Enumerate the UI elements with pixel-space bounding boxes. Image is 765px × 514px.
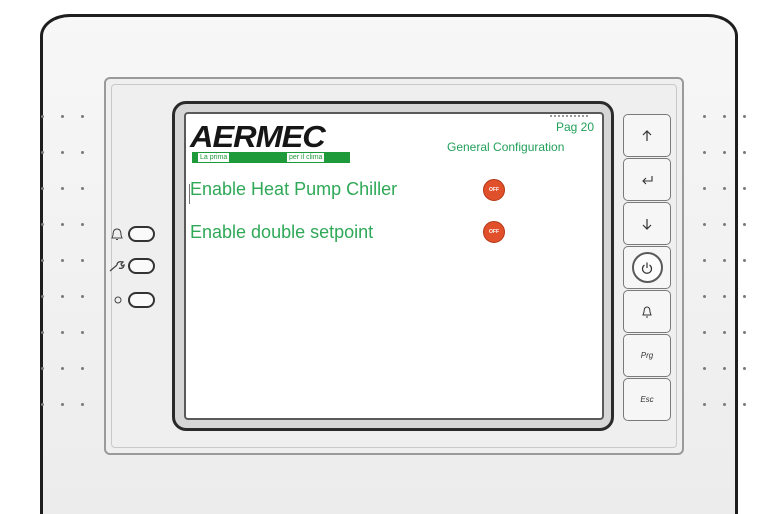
grille-dot [703, 115, 706, 118]
screen-status-strip [550, 115, 590, 117]
grille-dot [743, 115, 746, 118]
lcd-screen: AERMEC La prima per il clima Pag 20 Gene… [184, 112, 604, 420]
power-button[interactable] [623, 246, 671, 289]
grille-dot [723, 223, 726, 226]
heat-pump-toggle-state: OFF [489, 186, 499, 193]
brand-logo-bar: La prima per il clima [192, 152, 350, 163]
grille-dot [81, 295, 84, 298]
brand-tagline-2: per il clima [287, 153, 325, 162]
grille-dot [61, 367, 64, 370]
grille-dot [81, 403, 84, 406]
grille-dot [81, 331, 84, 334]
brand-logo-text: AERMEC [190, 119, 326, 154]
grille-dot [723, 331, 726, 334]
double-setpoint-toggle-state: OFF [489, 228, 499, 235]
power-button-ring [631, 252, 663, 283]
power-icon [641, 262, 653, 274]
arrow-down-icon [642, 218, 652, 230]
grille-dot [703, 295, 706, 298]
double-setpoint-toggle[interactable]: OFF [483, 221, 505, 243]
heat-pump-toggle[interactable]: OFF [483, 179, 505, 201]
wrench-icon [109, 260, 125, 272]
enter-button[interactable] [623, 158, 671, 201]
grille-dot [81, 367, 84, 370]
setting-label-heat-pump: Enable Heat Pump Chiller [190, 179, 398, 199]
grille-dot [703, 331, 706, 334]
grille-dot [61, 223, 64, 226]
setting-row-heat-pump: Enable Heat Pump Chiller [190, 176, 520, 202]
bell-icon [111, 228, 123, 240]
grille-dot [703, 403, 706, 406]
setting-label-double-setpoint: Enable double setpoint [190, 222, 374, 242]
grille-dot [703, 151, 706, 154]
grille-dot [81, 187, 84, 190]
grille-dot [703, 187, 706, 190]
grille-dot [703, 259, 706, 262]
grille-dot [81, 259, 84, 262]
grille-dot [81, 151, 84, 154]
grille-dot [743, 403, 746, 406]
grille-dot [743, 367, 746, 370]
grille-dot [41, 151, 44, 154]
grille-dot [723, 151, 726, 154]
grille-dot [41, 115, 44, 118]
grille-dot [61, 259, 64, 262]
service-led [128, 258, 155, 274]
grille-dot [81, 115, 84, 118]
grille-dot [61, 151, 64, 154]
circle-icon [114, 296, 122, 304]
grille-dot [41, 295, 44, 298]
grille-dot [743, 259, 746, 262]
arrow-up-icon [642, 129, 652, 141]
grille-dot [41, 187, 44, 190]
grille-dot [61, 115, 64, 118]
grille-dot [703, 223, 706, 226]
speaker-grille-right [697, 100, 765, 440]
grille-dot [61, 295, 64, 298]
grille-dot [81, 223, 84, 226]
grille-dot [61, 331, 64, 334]
power-led [128, 292, 155, 308]
grille-dot [723, 295, 726, 298]
alarm-button[interactable] [623, 290, 671, 333]
grille-dot [723, 367, 726, 370]
down-button[interactable] [623, 202, 671, 245]
grille-dot [743, 187, 746, 190]
grille-dot [723, 187, 726, 190]
prg-button[interactable]: Prg [623, 334, 671, 377]
grille-dot [41, 331, 44, 334]
grille-dot [61, 187, 64, 190]
grille-dot [41, 223, 44, 226]
page-title: General Configuration [447, 140, 565, 154]
grille-dot [41, 367, 44, 370]
grille-dot [743, 223, 746, 226]
brand-logo: AERMEC La prima per il clima [190, 119, 350, 163]
grille-dot [743, 331, 746, 334]
grille-dot [703, 367, 706, 370]
alarm-led [128, 226, 155, 242]
esc-button[interactable]: Esc [623, 378, 671, 421]
grille-dot [723, 403, 726, 406]
grille-dot [743, 295, 746, 298]
grille-dot [743, 151, 746, 154]
brand-tagline-1: La prima [198, 153, 230, 162]
speaker-grille-left [35, 100, 105, 440]
grille-dot [61, 403, 64, 406]
up-button[interactable] [623, 114, 671, 157]
grille-dot [41, 259, 44, 262]
grille-dot [41, 403, 44, 406]
bell-icon [642, 305, 652, 317]
page-number: Pag 20 [556, 120, 595, 134]
grille-dot [723, 259, 726, 262]
grille-dot [723, 115, 726, 118]
setting-row-double-setpoint: Enable double setpoint [190, 219, 520, 245]
enter-return-icon [642, 175, 653, 184]
